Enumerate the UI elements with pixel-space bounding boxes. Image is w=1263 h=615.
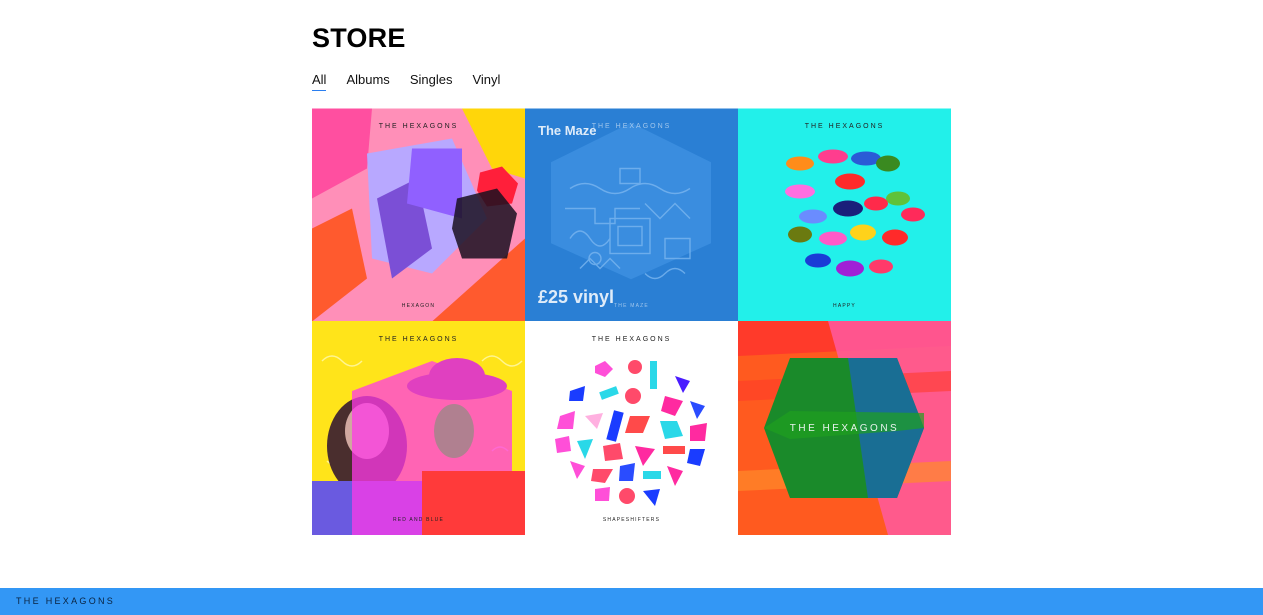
album-cover-art bbox=[738, 108, 951, 321]
tab-vinyl[interactable]: Vinyl bbox=[472, 72, 500, 91]
product-title: The Maze bbox=[538, 123, 597, 138]
tab-all[interactable]: All bbox=[312, 72, 327, 91]
cover-album-title: RED AND BLUE bbox=[392, 517, 445, 523]
product-card-the-maze[interactable]: THE HEXAGONS THE MAZE The Maze £25 vinyl bbox=[525, 108, 738, 321]
tab-singles[interactable]: Singles bbox=[410, 72, 453, 91]
footer-bar: THE HEXAGONS bbox=[0, 588, 1263, 615]
product-card-the-hexagons[interactable]: THE HEXAGONS bbox=[738, 321, 951, 535]
cover-album-title: HAPPY bbox=[833, 303, 856, 309]
cover-band-name: THE HEXAGONS bbox=[378, 123, 459, 130]
cover-album-title: HEXAGON bbox=[401, 303, 436, 309]
filter-tabs: All Albums Singles Vinyl bbox=[312, 72, 520, 91]
product-grid: THE HEXAGONS HEXAGON THE HEXAGONS THE MA… bbox=[312, 108, 951, 535]
page-title: STORE bbox=[312, 23, 406, 53]
tab-albums[interactable]: Albums bbox=[346, 72, 389, 91]
product-card-happy[interactable]: THE HEXAGONS HAPPY bbox=[738, 108, 951, 321]
footer-logo[interactable]: THE HEXAGONS bbox=[16, 596, 115, 606]
cover-band-name: THE HEXAGONS bbox=[378, 336, 459, 343]
album-cover-art bbox=[525, 321, 738, 535]
product-card-hexagon[interactable]: THE HEXAGONS HEXAGON bbox=[312, 108, 525, 321]
product-card-red-and-blue[interactable]: THE HEXAGONS RED AND BLUE bbox=[312, 321, 525, 535]
cover-band-name: THE HEXAGONS bbox=[591, 336, 672, 343]
product-card-shapeshifters[interactable]: THE HEXAGONS SHAPESHIFTERS bbox=[525, 321, 738, 535]
product-price: £25 vinyl bbox=[538, 287, 615, 307]
cover-band-name: THE HEXAGONS bbox=[789, 423, 900, 434]
album-cover-art bbox=[312, 321, 525, 535]
cover-album-title: SHAPESHIFTERS bbox=[602, 517, 661, 523]
album-cover-art bbox=[312, 108, 525, 321]
cover-band-name: THE HEXAGONS bbox=[804, 123, 885, 130]
